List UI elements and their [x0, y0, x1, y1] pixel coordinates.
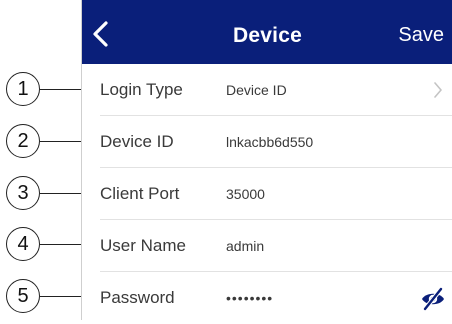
- eye-slash-icon[interactable]: [419, 285, 447, 313]
- password-input[interactable]: ••••••••: [226, 272, 273, 324]
- device-id-row[interactable]: Device ID lnkacbb6d550: [100, 116, 452, 168]
- login-type-label: Login Type: [100, 80, 183, 99]
- callout-number: 3: [6, 176, 40, 210]
- device-id-input[interactable]: lnkacbb6d550: [226, 116, 313, 168]
- client-port-row[interactable]: Client Port 35000: [100, 168, 452, 220]
- page-title: Device: [233, 24, 302, 47]
- callout-number: 5: [6, 279, 40, 313]
- callout-number: 4: [6, 227, 40, 261]
- user-name-row[interactable]: User Name admin: [100, 220, 452, 272]
- navigation-bar: Device Save: [82, 0, 452, 64]
- user-name-label: User Name: [100, 236, 186, 255]
- login-type-row[interactable]: Login Type Device ID: [100, 64, 452, 116]
- chevron-right-icon: [434, 82, 442, 98]
- password-label: Password: [100, 288, 175, 307]
- device-id-label: Device ID: [100, 132, 174, 151]
- password-row[interactable]: Password ••••••••: [100, 272, 452, 324]
- callout-number: 1: [6, 72, 40, 106]
- device-screen: Device Save Login Type Device ID Device …: [81, 0, 452, 320]
- login-type-value: Device ID: [226, 82, 287, 98]
- callout-number: 2: [6, 124, 40, 158]
- save-button[interactable]: Save: [398, 24, 444, 47]
- client-port-input[interactable]: 35000: [226, 168, 265, 220]
- client-port-label: Client Port: [100, 184, 180, 203]
- user-name-input[interactable]: admin: [226, 220, 264, 272]
